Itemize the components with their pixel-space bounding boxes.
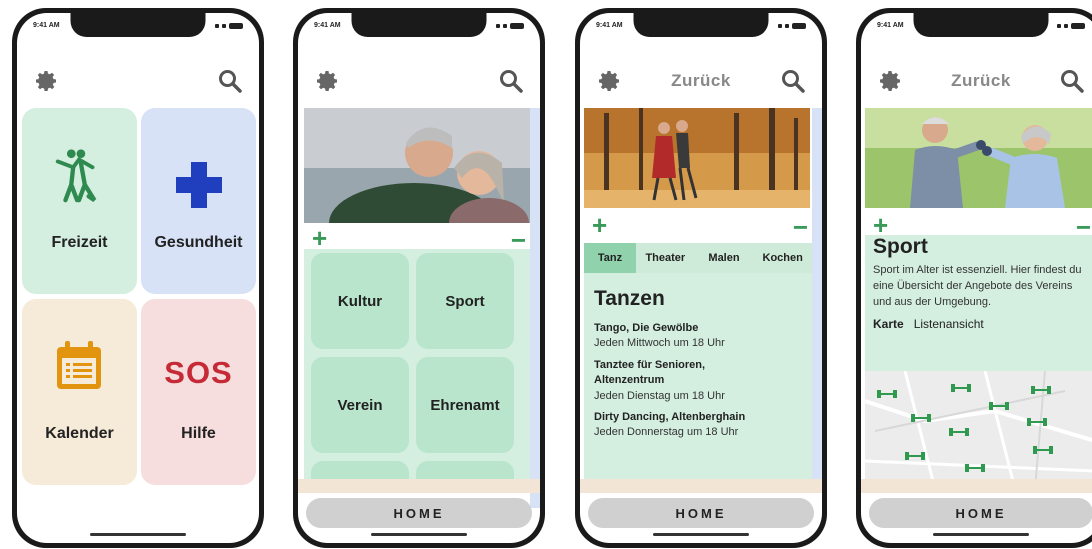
beige-strip [861,479,1092,493]
top-bar: Zurück [861,61,1092,101]
screen: 9:41 AM Zurück + − Sport Sport im Alter … [861,13,1092,543]
event-time: Jeden Donnerstag um 18 Uhr [594,426,739,439]
home-indicator[interactable] [90,533,186,536]
event-item[interactable]: Dirty Dancing, Altenberghain Jeden Donne… [594,410,802,441]
category-ehrenamt[interactable]: Ehrenamt [416,357,514,453]
status-icons [1057,23,1085,29]
tab-kochen[interactable]: Kochen [753,243,812,273]
event-time: Jeden Dienstag um 18 Uhr [594,389,725,402]
tile-label: Freizeit [51,234,108,251]
tile-gesundheit[interactable]: Gesundheit [141,108,256,294]
sport-panel: Sport Sport im Alter ist essenziell. Hie… [865,235,1092,371]
sport-map[interactable] [865,371,1092,489]
dumbbell-pin-icon[interactable] [911,413,931,423]
event-time: Jeden Mittwoch um 18 Uhr [594,337,725,350]
category-kultur[interactable]: Kultur [311,253,409,349]
tab-bar: Tanz Theater Malen Kochen [584,243,812,273]
status-icons [215,23,243,29]
tile-kalender[interactable]: Kalender [22,299,137,485]
home-indicator[interactable] [371,533,467,536]
status-time: 9:41 AM [33,22,60,29]
notch [633,13,769,37]
event-title: Tanztee für Senioren, Altenzentrum [594,358,706,387]
collapse-minus[interactable]: − [793,214,808,240]
card-edge [812,108,822,488]
beige-strip [298,479,540,493]
event-title: Dirty Dancing, Altenberghain [594,410,746,423]
search-icon[interactable] [1059,68,1085,94]
calendar-icon [57,341,101,389]
tab-theater[interactable]: Theater [636,243,695,273]
phone-screen-tanzen: 9:41 AM Zurück + − Tanz Theater Malen Ko… [575,8,827,548]
event-panel: Tanzen Tango, Die Gewölbe Jeden Mittwoch… [584,273,812,489]
phone-screen-sport: 9:41 AM Zurück + − Sport Sport im Alter … [856,8,1092,548]
view-tabs: Karte Listenansicht [873,317,1092,331]
search-icon[interactable] [780,68,806,94]
dumbbell-pin-icon[interactable] [1031,385,1051,395]
search-icon[interactable] [217,68,243,94]
dancing-photo [584,108,810,208]
gear-icon[interactable] [316,69,340,93]
status-time: 9:41 AM [314,22,341,29]
dumbbell-pin-icon[interactable] [905,451,925,461]
event-title: Tango, Die Gewölbe [594,322,699,334]
dumbbell-pin-icon[interactable] [1033,445,1053,455]
dancing-couple-icon [55,149,97,203]
notch [351,13,487,37]
dumbbell-pin-icon[interactable] [989,401,1009,411]
seniors-exercise-photo [865,108,1092,208]
phone-screen-home: 9:41 AM Freizeit Gesundheit Kalender SOS… [12,8,264,548]
tab-malen[interactable]: Malen [695,243,754,273]
sport-description: Sport im Alter ist essenziell. Hier find… [873,264,1082,308]
category-sport[interactable]: Sport [416,253,514,349]
dumbbell-pin-icon[interactable] [877,389,897,399]
status-icons [778,23,806,29]
dumbbell-pin-icon[interactable] [1027,417,1047,427]
beige-strip [580,479,822,493]
home-indicator[interactable] [653,533,749,536]
couple-photo [304,108,530,223]
notch [70,13,206,37]
phone-screen-freizeit: 9:41 AM + − Kultur Sport Verein Ehrenamt… [293,8,545,548]
dumbbell-pin-icon[interactable] [949,427,969,437]
back-button[interactable]: Zurück [861,71,1092,91]
tab-karte[interactable]: Karte [873,317,904,331]
search-icon[interactable] [498,68,524,94]
top-bar: Zurück [580,61,822,101]
status-time: 9:41 AM [877,22,904,29]
section-heading: Tanzen [594,287,665,310]
expand-plus[interactable]: + [592,212,607,238]
dumbbell-pin-icon[interactable] [965,463,985,473]
event-item[interactable]: Tanztee für Senioren, Altenzentrum Jeden… [594,358,802,404]
tile-freizeit[interactable]: Freizeit [22,108,137,294]
home-indicator[interactable] [933,533,1029,536]
status-icons [496,23,524,29]
gear-icon[interactable] [35,69,59,93]
notch [913,13,1049,37]
tile-label: Gesundheit [154,234,243,251]
section-heading: Sport [873,235,928,258]
medical-cross-icon [176,162,222,208]
tile-hilfe[interactable]: SOS Hilfe [141,299,256,485]
dumbbell-pin-icon[interactable] [951,383,971,393]
home-button[interactable]: HOME [869,498,1092,528]
expand-plus[interactable]: + [312,225,327,251]
top-bar [298,61,540,101]
screen: 9:41 AM + − Kultur Sport Verein Ehrenamt… [298,13,540,543]
tile-label: Kalender [45,425,114,442]
screen: 9:41 AM Freizeit Gesundheit Kalender SOS… [17,13,259,543]
tab-listenansicht[interactable]: Listenansicht [914,317,984,331]
tab-tanz[interactable]: Tanz [584,243,636,273]
card-edge [530,108,540,508]
event-item[interactable]: Tango, Die Gewölbe Jeden Mittwoch um 18 … [594,321,802,352]
home-button[interactable]: HOME [588,498,814,528]
top-bar [17,61,259,101]
tile-label: Hilfe [181,425,216,442]
sos-icon: SOS [164,355,233,390]
home-button[interactable]: HOME [306,498,532,528]
category-verein[interactable]: Verein [311,357,409,453]
status-time: 9:41 AM [596,22,623,29]
screen: 9:41 AM Zurück + − Tanz Theater Malen Ko… [580,13,822,543]
